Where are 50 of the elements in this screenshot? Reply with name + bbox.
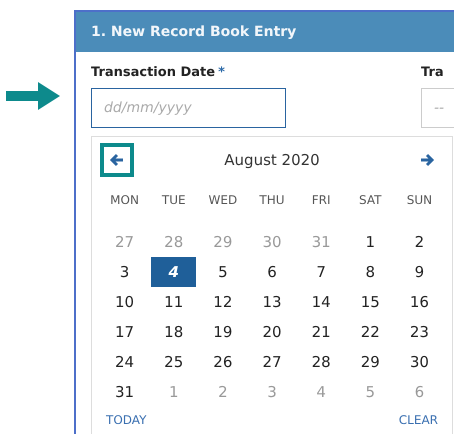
weekday-label: WED [208, 192, 238, 209]
calendar-day[interactable]: 9 [396, 257, 442, 287]
calendar-day[interactable]: 22 [348, 317, 393, 347]
calendar-day[interactable]: 21 [298, 317, 344, 347]
weekday-label: SUN [406, 192, 434, 209]
calendar-day[interactable]: 26 [200, 347, 246, 377]
field-label: Tra [421, 65, 444, 80]
calendar-day[interactable]: 23 [396, 317, 442, 347]
calendar-day[interactable]: 8 [348, 257, 393, 287]
calendar-day[interactable]: 18 [151, 317, 196, 347]
calendar-day[interactable]: 31 [102, 377, 148, 407]
required-mark: * [218, 65, 225, 80]
calendar-day[interactable]: 15 [348, 287, 393, 317]
field-label: Transaction Date [91, 65, 216, 80]
calendar-day[interactable]: 12 [200, 287, 246, 317]
calendar-day[interactable]: 2 [396, 227, 442, 257]
today-button[interactable]: TODAY [106, 413, 146, 427]
weekday-label: TUE [160, 192, 187, 209]
calendar-day[interactable]: 29 [348, 347, 393, 377]
calendar-day[interactable]: 10 [102, 287, 148, 317]
calendar-day[interactable]: 24 [102, 347, 148, 377]
pointer-arrow-icon [6, 82, 60, 110]
right-arrow-icon [419, 152, 435, 168]
calendar-day[interactable]: 6 [249, 257, 295, 287]
calendar-day[interactable]: 19 [200, 317, 246, 347]
weekday-label: SAT [358, 192, 382, 209]
input-field[interactable]: dd/mm/yyyy [91, 88, 286, 128]
calendar-day[interactable]: 3 [102, 257, 148, 287]
panel-title: 1. New Record Book Entry [91, 24, 296, 40]
month-title: August 2020 [224, 151, 320, 169]
left-arrow-icon [109, 152, 125, 168]
calendar-day[interactable]: 16 [396, 287, 442, 317]
calendar-day[interactable]: 7 [298, 257, 344, 287]
calendar-day[interactable]: 1 [348, 227, 393, 257]
calendar-day[interactable]: 4 [151, 257, 196, 287]
calendar-day[interactable]: 27 [249, 347, 295, 377]
calendar-day[interactable]: 25 [151, 347, 196, 377]
calendar-day[interactable]: 30 [396, 347, 442, 377]
calendar-day[interactable]: 13 [249, 287, 295, 317]
calendar-day[interactable]: 11 [151, 287, 196, 317]
weekday-label: THU [258, 192, 286, 209]
weekday-label: FRI [310, 192, 332, 209]
calendar-day[interactable]: 5 [200, 257, 246, 287]
weekday-label: MON [109, 192, 140, 209]
clear-button[interactable]: CLEAR [398, 413, 438, 427]
previous-month-button[interactable] [100, 143, 134, 177]
calendar-day[interactable]: 14 [298, 287, 344, 317]
calendar-day[interactable]: 20 [249, 317, 295, 347]
calendar-day[interactable]: 28 [298, 347, 344, 377]
calendar-day[interactable]: 17 [102, 317, 148, 347]
